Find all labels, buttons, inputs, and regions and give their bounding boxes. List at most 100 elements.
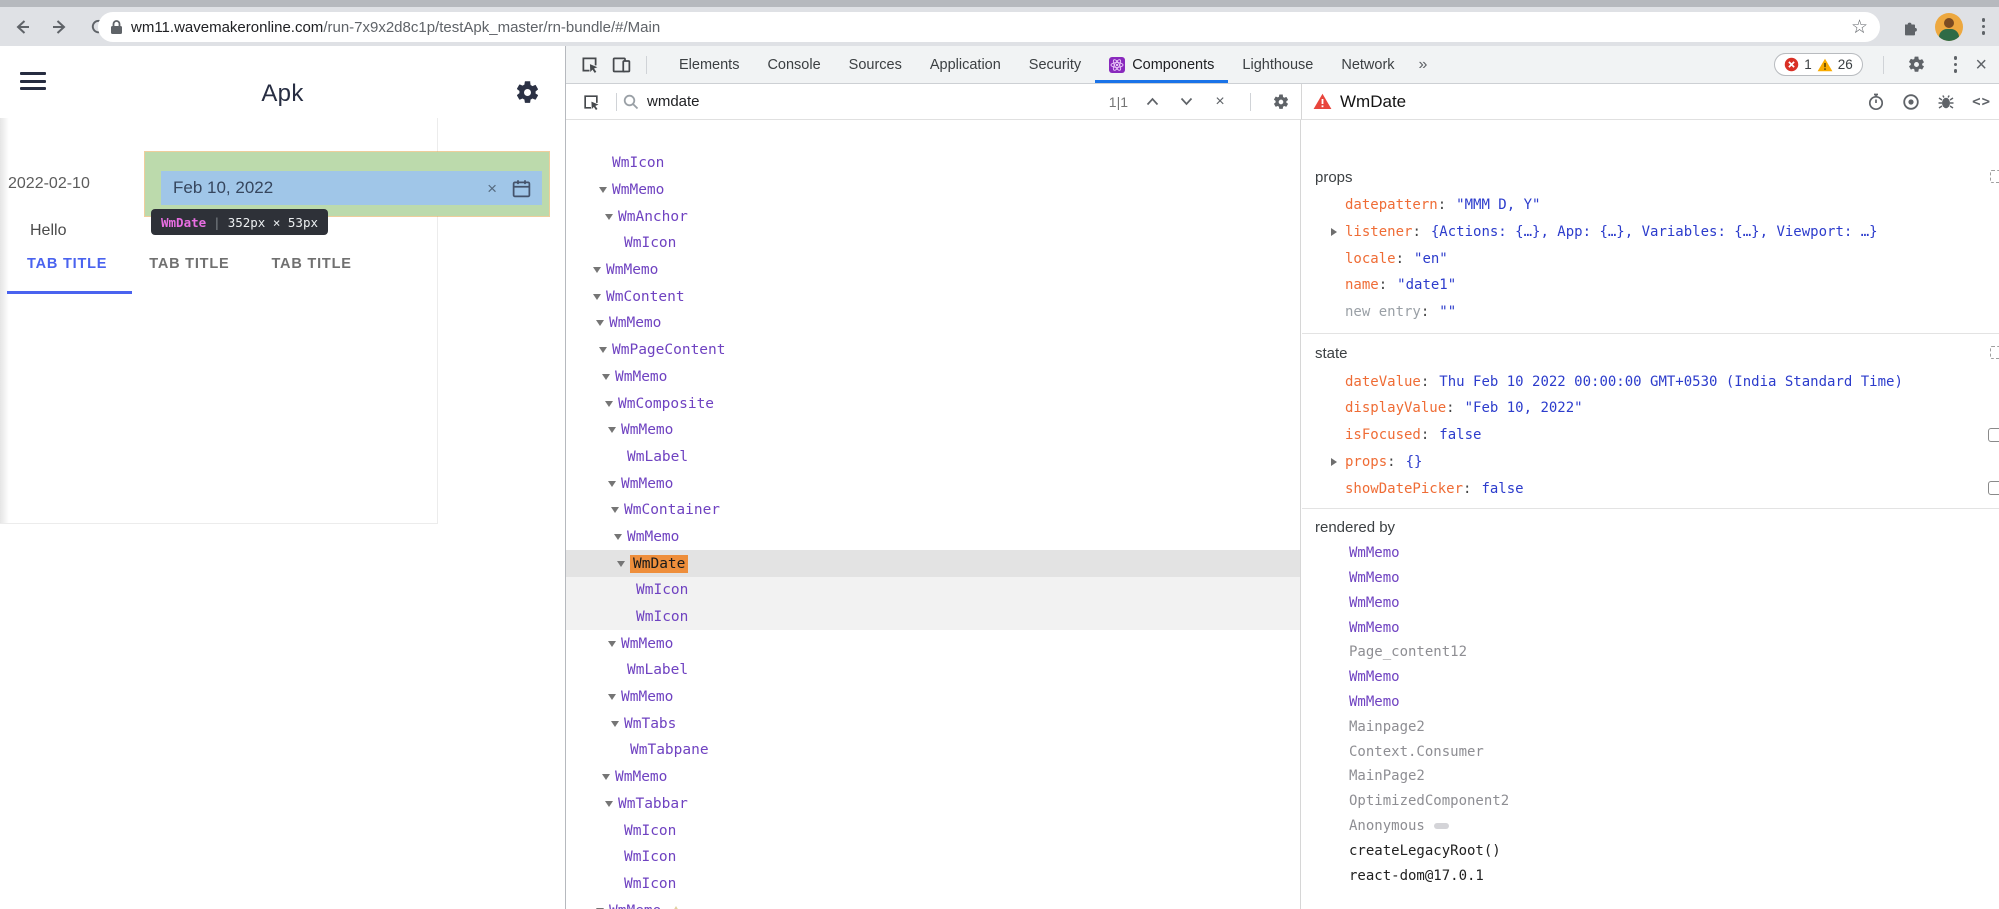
log-bug-icon[interactable]: [1937, 93, 1955, 111]
expander-icon[interactable]: [600, 774, 612, 780]
bookmark-star-icon[interactable]: ☆: [1851, 18, 1868, 37]
expander-icon[interactable]: [612, 534, 624, 540]
expander-icon[interactable]: [609, 721, 621, 727]
expander-icon[interactable]: [606, 641, 618, 647]
app-tab-2[interactable]: TAB TITLE: [149, 256, 229, 272]
tree-row-WmMemo[interactable]: WmMemo: [566, 364, 1300, 391]
expander-icon[interactable]: [606, 481, 618, 487]
devtools-tab-lighthouse[interactable]: Lighthouse: [1228, 46, 1327, 83]
expander-icon[interactable]: [603, 401, 615, 407]
rendered-by-Context-Consumer[interactable]: Context.Consumer: [1349, 744, 1484, 760]
browser-menu-icon[interactable]: [1978, 14, 1990, 39]
devtools-tab-security[interactable]: Security: [1015, 46, 1095, 83]
expander-icon[interactable]: [597, 347, 609, 353]
rendered-by-WmMemo[interactable]: WmMemo: [1349, 669, 1400, 685]
rendered-by-MainPage2[interactable]: MainPage2: [1349, 768, 1425, 784]
app-settings-gear-icon[interactable]: [514, 79, 541, 106]
more-tabs-icon[interactable]: »: [1409, 46, 1438, 83]
back-icon[interactable]: [10, 15, 34, 39]
select-component-icon[interactable]: [578, 89, 604, 115]
rendered-by-WmMemo[interactable]: WmMemo: [1349, 545, 1400, 561]
rendered-by-WmMemo[interactable]: WmMemo: [1349, 620, 1400, 636]
rendered-by-WmMemo[interactable]: WmMemo: [1349, 595, 1400, 611]
rendered-by-Mainpage2[interactable]: Mainpage2: [1349, 719, 1425, 735]
tree-row-WmLabel[interactable]: WmLabel: [566, 444, 1300, 471]
rendered-by-WmMemo[interactable]: WmMemo: [1349, 694, 1400, 710]
previous-result-icon[interactable]: [1142, 92, 1162, 112]
tree-row-WmTabbar[interactable]: WmTabbar: [566, 791, 1300, 818]
devtools-tab-components[interactable]: Components: [1095, 46, 1228, 83]
rendered-by-OptimizedComponent2[interactable]: OptimizedComponent2: [1349, 793, 1509, 809]
expander-icon[interactable]: [609, 507, 621, 513]
expander-icon[interactable]: [591, 267, 603, 273]
prop-entry-name[interactable]: name"date1": [1302, 272, 1999, 299]
value-checkbox[interactable]: [1988, 428, 1999, 442]
prop-entry-new-entry[interactable]: new entry"": [1302, 299, 1999, 326]
tree-row-WmMemo[interactable]: WmMemo: [566, 764, 1300, 791]
tree-row-WmComposite[interactable]: WmComposite: [566, 390, 1300, 417]
devtools-tab-console[interactable]: Console: [753, 46, 834, 83]
tree-row-WmMemo[interactable]: WmMemo: [566, 684, 1300, 711]
expand-icon[interactable]: [1331, 228, 1337, 236]
tree-row-WmMemo[interactable]: WmMemo: [566, 177, 1300, 204]
rendered-by-Anonymous[interactable]: Anonymous: [1349, 818, 1425, 834]
tree-row-WmContainer[interactable]: WmContainer: [566, 497, 1300, 524]
state-entry-showDatePicker[interactable]: showDatePickerfalse: [1302, 475, 1999, 502]
devtools-menu-icon[interactable]: [1950, 52, 1962, 77]
devtools-tab-application[interactable]: Application: [916, 46, 1015, 83]
expander-icon[interactable]: [603, 214, 615, 220]
tree-row-WmIcon[interactable]: WmIcon: [566, 230, 1300, 257]
prop-entry-datepattern[interactable]: datepattern"MMM D, Y": [1302, 192, 1999, 219]
devtools-settings-gear-icon[interactable]: [1904, 52, 1930, 78]
next-result-icon[interactable]: [1176, 92, 1196, 112]
tree-row-WmMemo[interactable]: WmMemo: [566, 897, 1300, 909]
devtools-tab-elements[interactable]: Elements: [665, 46, 753, 83]
devtools-tab-network[interactable]: Network: [1327, 46, 1408, 83]
device-toolbar-icon[interactable]: [608, 52, 634, 78]
react-settings-gear-icon[interactable]: [1271, 92, 1291, 112]
tree-row-WmIcon[interactable]: WmIcon: [566, 604, 1300, 631]
devtools-close-icon[interactable]: ×: [1975, 55, 1987, 75]
expander-icon[interactable]: [615, 561, 627, 567]
state-entry-dateValue[interactable]: dateValueThu Feb 10 2022 00:00:00 GMT+05…: [1302, 368, 1999, 395]
clear-search-icon[interactable]: ×: [1210, 92, 1230, 112]
rendered-by-Page-content12[interactable]: Page_content12: [1349, 644, 1467, 660]
view-source-icon[interactable]: <>: [1972, 94, 1991, 110]
expander-icon[interactable]: [591, 294, 603, 300]
expander-icon[interactable]: [603, 801, 615, 807]
value-checkbox[interactable]: [1988, 481, 1999, 495]
expander-icon[interactable]: [597, 187, 609, 193]
tree-row-WmIcon[interactable]: WmIcon: [566, 817, 1300, 844]
app-tab-1[interactable]: TAB TITLE: [27, 256, 107, 272]
tree-row-WmMemo[interactable]: WmMemo: [566, 470, 1300, 497]
expander-icon[interactable]: [594, 320, 606, 326]
calendar-icon[interactable]: [511, 178, 532, 199]
search-input[interactable]: [647, 93, 947, 110]
tree-row-WmMemo[interactable]: WmMemo: [566, 417, 1300, 444]
state-entry-isFocused[interactable]: isFocusedfalse: [1302, 422, 1999, 449]
forward-icon[interactable]: [48, 15, 72, 39]
tree-row-WmMemo[interactable]: WmMemo: [566, 310, 1300, 337]
state-entry-displayValue[interactable]: displayValue"Feb 10, 2022": [1302, 395, 1999, 422]
copy-props-icon[interactable]: [1990, 170, 1999, 183]
tree-row-WmIcon[interactable]: WmIcon: [566, 577, 1300, 604]
date-input[interactable]: Feb 10, 2022 ×: [161, 171, 542, 205]
issues-badge[interactable]: 1 26: [1774, 53, 1863, 76]
tree-row-WmIcon[interactable]: WmIcon: [566, 844, 1300, 871]
expander-icon[interactable]: [600, 374, 612, 380]
state-entry-props[interactable]: props{}: [1302, 449, 1999, 476]
tree-row-WmPageContent[interactable]: WmPageContent: [566, 337, 1300, 364]
tree-row-WmMemo[interactable]: WmMemo: [566, 524, 1300, 551]
tree-row-WmContent[interactable]: WmContent: [566, 283, 1300, 310]
devtools-tab-sources[interactable]: Sources: [835, 46, 916, 83]
prop-entry-listener[interactable]: listener{Actions: {…}, App: {…}, Variabl…: [1302, 219, 1999, 246]
tree-row-WmAnchor[interactable]: WmAnchor: [566, 203, 1300, 230]
clear-date-icon[interactable]: ×: [487, 180, 497, 197]
expand-icon[interactable]: [1331, 458, 1337, 466]
inspect-dom-eye-icon[interactable]: [1902, 93, 1920, 111]
tree-row-WmTabs[interactable]: WmTabs: [566, 710, 1300, 737]
suspend-timer-icon[interactable]: [1867, 93, 1885, 111]
expander-icon[interactable]: [606, 694, 618, 700]
tree-row-WmIcon[interactable]: WmIcon: [566, 150, 1300, 177]
tree-row-WmIcon[interactable]: WmIcon: [566, 871, 1300, 898]
